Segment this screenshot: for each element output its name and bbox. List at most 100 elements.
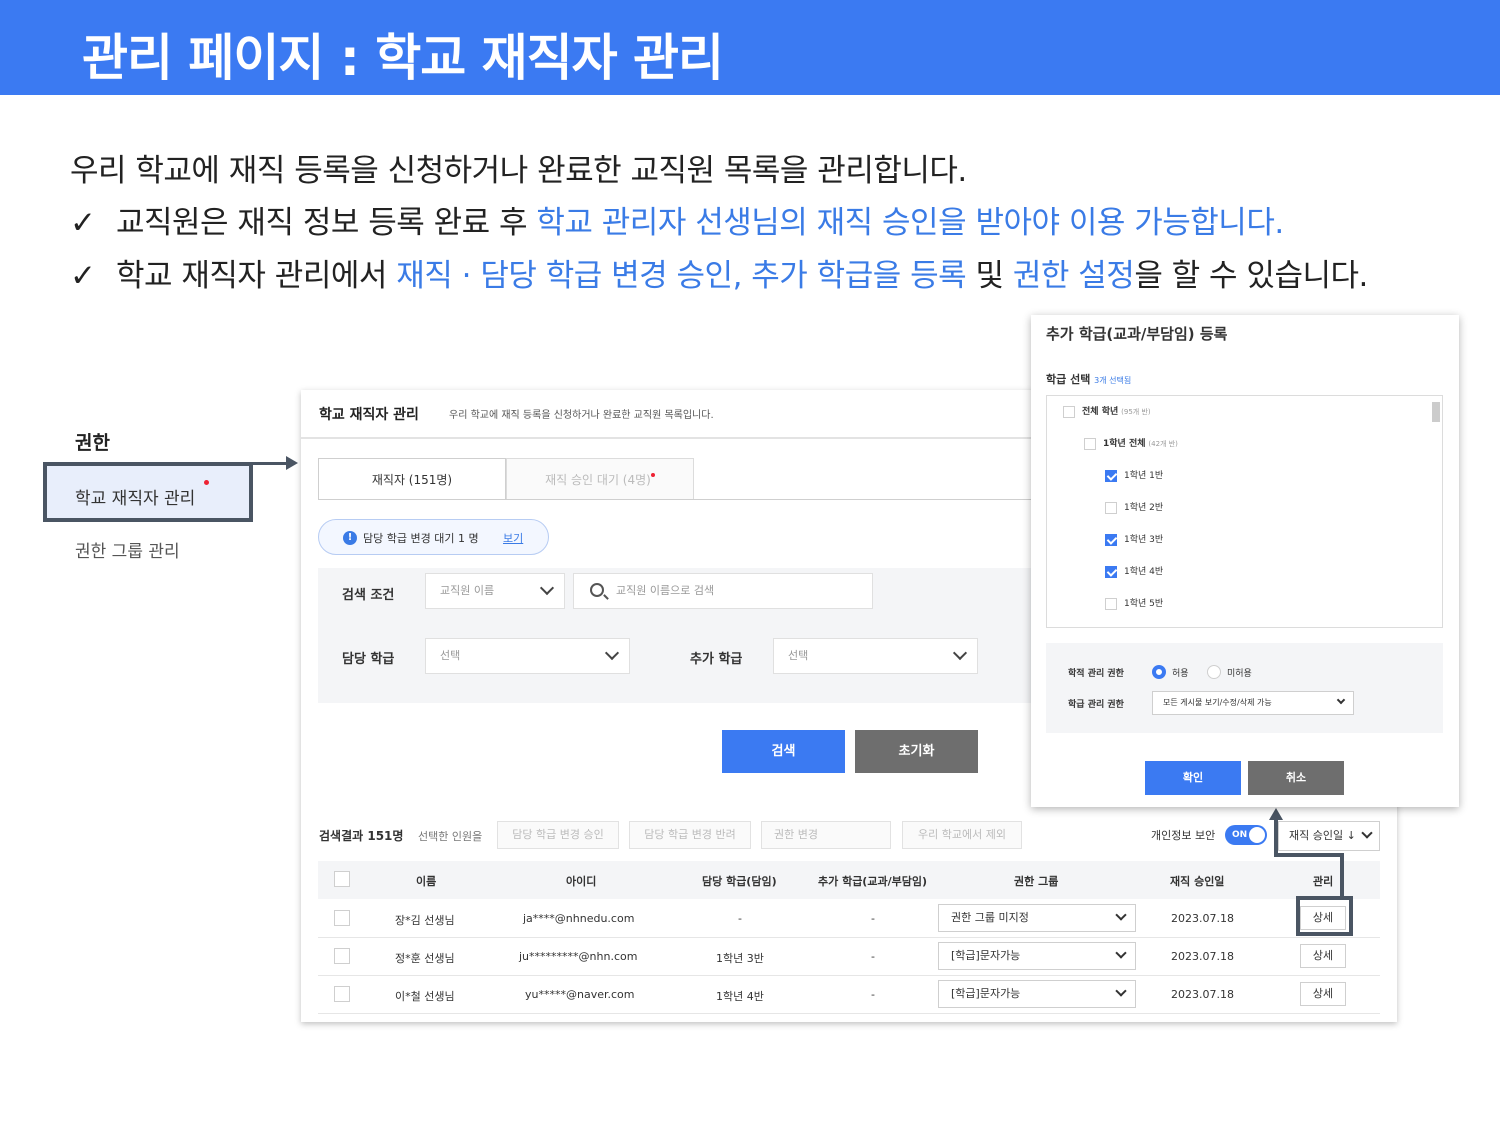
- table-row: 이*철 선생님 yu*****@naver.com 1학년 4반 - [학급]문…: [318, 976, 1380, 1014]
- option-label: 1학년 5반: [1124, 599, 1164, 609]
- cell-extra-class: -: [871, 950, 875, 963]
- checkbox[interactable]: [1105, 597, 1117, 610]
- checkbox-checked[interactable]: [1105, 469, 1117, 482]
- row-checkbox[interactable]: [334, 948, 350, 964]
- radio-deny[interactable]: [1207, 665, 1221, 679]
- panel-title: 학교 재직자 관리: [319, 407, 419, 423]
- reset-button[interactable]: 초기화: [855, 730, 978, 773]
- page-title: 관리 페이지 : 학교 재직자 관리: [82, 29, 724, 87]
- class-option[interactable]: 1학년 3반: [1105, 532, 1163, 546]
- bullet-1: ✓ 교직원은 재직 정보 등록 완료 후 학교 관리자 선생님의 재직 승인을 받…: [70, 197, 1284, 242]
- class-select-list: 전체 학년 (95개 반) 1학년 전체 (42개 반) 1학년 1반 1학년 …: [1046, 395, 1443, 628]
- extra-class-modal: 추가 학급(교과/부담임) 등록 학급 선택 3개 선택됨 전체 학년 (95개…: [1031, 315, 1459, 807]
- class-option[interactable]: 1학년 2반: [1105, 500, 1163, 514]
- reject-change-button[interactable]: 담당 학급 변경 반려: [629, 821, 751, 849]
- col-name: 이름: [416, 875, 437, 888]
- cancel-button[interactable]: 취소: [1248, 761, 1344, 795]
- cell-name: 이*철 선생님: [395, 990, 455, 1003]
- privacy-toggle[interactable]: ON: [1225, 825, 1267, 845]
- class-permission-select[interactable]: 모든 게시물 보기/수정/삭제 가능: [1152, 691, 1354, 715]
- result-count: 검색결과 151명: [319, 829, 404, 843]
- search-placeholder: 교직원 이름으로 검색: [616, 584, 715, 597]
- sidebar-title: 권한: [75, 432, 110, 454]
- remove-from-school-button[interactable]: 우리 학교에서 제외: [902, 821, 1022, 849]
- homeroom-value: 선택: [440, 649, 461, 662]
- notice-text: 담당 학급 변경 대기 1 명: [363, 532, 479, 545]
- checkbox[interactable]: [1063, 405, 1075, 418]
- record-permission-label: 학적 관리 권한: [1068, 669, 1124, 679]
- check-icon: ✓: [70, 205, 96, 241]
- option-label: 1학년 1반: [1124, 471, 1164, 481]
- col-homeroom: 담당 학급(담임): [702, 875, 777, 888]
- cell-extra-class: -: [871, 988, 875, 1001]
- cell-id: yu*****@naver.com: [525, 988, 635, 1001]
- detail-button[interactable]: 상세: [1300, 982, 1346, 1006]
- bullet-2: ✓ 학교 재직자 관리에서 재직 · 담당 학급 변경 승인, 추가 학급을 등록…: [70, 250, 1368, 295]
- class-option[interactable]: 1학년 1반: [1105, 468, 1163, 482]
- permission-group-value: [학급]문자가능: [951, 949, 1021, 962]
- search-button[interactable]: 검색: [722, 730, 845, 773]
- pending-change-notice: ! 담당 학급 변경 대기 1 명 보기: [318, 519, 549, 555]
- confirm-button[interactable]: 확인: [1145, 761, 1241, 795]
- radio-allow-label: 허용: [1172, 669, 1189, 679]
- option-note: (95개 반): [1121, 408, 1151, 416]
- search-condition-label: 검색 조건: [342, 588, 395, 603]
- search-icon: [590, 583, 604, 597]
- notice-view-link[interactable]: 보기: [503, 530, 523, 546]
- row-checkbox[interactable]: [334, 986, 350, 1002]
- cell-name: 장*김 선생님: [395, 914, 455, 927]
- scrollbar[interactable]: [1432, 402, 1440, 422]
- sort-select[interactable]: 재직 승인일 ↓: [1278, 821, 1380, 851]
- cell-name: 정*훈 선생님: [395, 952, 455, 965]
- search-input[interactable]: 교직원 이름으로 검색: [573, 573, 873, 609]
- homeroom-select[interactable]: 선택: [425, 638, 630, 674]
- col-approval-date: 재직 승인일: [1170, 875, 1225, 888]
- annotation-connector: [1340, 853, 1344, 897]
- new-badge-dot: [204, 480, 209, 485]
- class-option[interactable]: 1학년 전체 (42개 반): [1084, 436, 1178, 450]
- sidebar-item-staff-management[interactable]: 학교 재직자 관리: [43, 462, 253, 522]
- panel-subtitle: 우리 학교에 재직 등록을 신청하거나 완료한 교직원 목록입니다.: [449, 410, 714, 421]
- extra-class-select[interactable]: 선택: [773, 638, 978, 674]
- permission-group-select[interactable]: [학급]문자가능: [938, 980, 1136, 1008]
- approve-change-button[interactable]: 담당 학급 변경 승인: [497, 821, 619, 849]
- row-checkbox[interactable]: [334, 910, 350, 926]
- checkbox-checked[interactable]: [1105, 533, 1117, 546]
- table-row: 장*김 선생님 ja****@nhnedu.com - - 권한 그룹 미지정 …: [318, 900, 1380, 938]
- col-extra-class: 추가 학급(교과/부담임): [818, 875, 927, 888]
- chevron-down-icon: [1115, 909, 1127, 921]
- cell-approval-date: 2023.07.18: [1171, 988, 1234, 1001]
- tab-pending-approval[interactable]: 재직 승인 대기 (4명): [506, 458, 694, 500]
- modal-section-note: 3개 선택됨: [1094, 376, 1132, 385]
- checkbox-checked[interactable]: [1105, 565, 1117, 578]
- class-option[interactable]: 1학년 5반: [1105, 596, 1163, 610]
- cell-id: ju*********@nhn.com: [519, 950, 638, 963]
- checkbox[interactable]: [1105, 501, 1117, 514]
- selected-staff-label: 선택한 인원을: [418, 830, 483, 843]
- search-field-select[interactable]: 교직원 이름: [425, 573, 565, 609]
- permission-change-select[interactable]: 권한 변경: [761, 821, 891, 849]
- radio-allow[interactable]: [1152, 665, 1166, 679]
- option-label: 1학년 3반: [1124, 535, 1164, 545]
- permission-group-select[interactable]: 권한 그룹 미지정: [938, 904, 1136, 932]
- option-label: 1학년 2반: [1124, 503, 1164, 513]
- annotation-arrow-line: [253, 462, 289, 465]
- annotation-arrow-head: [1269, 808, 1283, 820]
- select-all-checkbox[interactable]: [334, 871, 350, 887]
- detail-button[interactable]: 상세: [1300, 944, 1346, 968]
- class-option[interactable]: 전체 학년 (95개 반): [1063, 404, 1151, 418]
- chevron-down-icon: [604, 645, 620, 661]
- checkbox[interactable]: [1084, 437, 1096, 450]
- sidebar-item-permission-groups[interactable]: 권한 그룹 관리: [75, 537, 180, 562]
- table-header: 이름 아이디 담당 학급(담임) 추가 학급(교과/부담임) 권한 그룹 재직 …: [318, 861, 1380, 899]
- cell-extra-class: -: [871, 912, 875, 925]
- tab-staff[interactable]: 재직자 (151명): [318, 458, 506, 500]
- privacy-label: 개인정보 보안: [1151, 829, 1216, 842]
- permission-group-select[interactable]: [학급]문자가능: [938, 942, 1136, 970]
- permission-change-label: 권한 변경: [774, 828, 818, 841]
- option-label: 1학년 전체: [1103, 439, 1146, 449]
- class-option[interactable]: 1학년 4반: [1105, 564, 1163, 578]
- bullet-2-highlight-1: 재직 · 담당 학급 변경 승인, 추가 학급을 등록: [396, 258, 967, 294]
- cell-id: ja****@nhnedu.com: [523, 912, 635, 925]
- modal-section-label: 학급 선택: [1046, 373, 1091, 386]
